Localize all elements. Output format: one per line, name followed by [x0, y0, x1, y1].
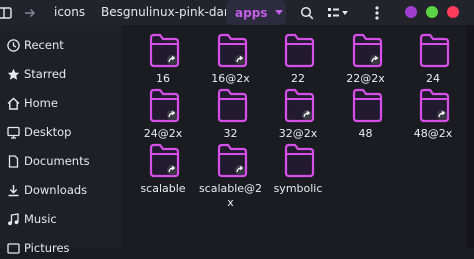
- folder-icon: [352, 88, 382, 123]
- sidebar-toggle-icon: [0, 6, 12, 19]
- breadcrumb-apps-label: apps: [235, 5, 268, 20]
- document-icon: [6, 154, 20, 168]
- folder-name: 24@2x: [143, 127, 183, 140]
- close-button[interactable]: [447, 6, 459, 18]
- sidebar-item-home[interactable]: Home: [0, 92, 122, 114]
- minimize-button[interactable]: [405, 6, 417, 18]
- folder-icon: [149, 88, 180, 123]
- folder-icon: [284, 88, 315, 123]
- search-icon: [300, 6, 314, 19]
- sidebar-item-downloads[interactable]: Downloads: [0, 179, 122, 201]
- folder-name: symbolic: [273, 182, 323, 195]
- sidebar-item-desktop[interactable]: Desktop: [0, 121, 122, 143]
- folder-icon: [419, 33, 450, 68]
- sidebar-item-label: Home: [24, 96, 58, 110]
- chevron-down-icon: [275, 9, 284, 15]
- folder-icon: [217, 33, 247, 68]
- folder-name: 16@2x: [211, 72, 250, 85]
- maximize-button[interactable]: [426, 6, 438, 18]
- folder-name: 48: [358, 127, 373, 140]
- list-view-icon: [328, 7, 348, 17]
- file-grid: 16 16@2x 22 22@2x 24 24@2x 32 32@2x 48 48@2x scala…: [122, 25, 466, 248]
- sidebar-item-recent[interactable]: Recent: [0, 34, 122, 56]
- sidebar-item-label: Starred: [24, 67, 67, 81]
- sidebar-toggle-button[interactable]: [0, 0, 14, 25]
- folder-name: 24: [426, 72, 440, 85]
- search-button[interactable]: [298, 0, 316, 25]
- sidebar-item-label: Music: [24, 212, 57, 226]
- folder-icon: [149, 33, 180, 68]
- folder-icon: [149, 143, 180, 178]
- folder-name: scalable@2x: [198, 182, 263, 209]
- folder-icon: [352, 33, 382, 68]
- folder-name: 16: [156, 72, 170, 85]
- folder-name: 22: [291, 72, 305, 85]
- menu-button[interactable]: [370, 0, 384, 25]
- breadcrumb-apps[interactable]: apps: [226, 0, 286, 25]
- home-icon: [6, 96, 20, 110]
- sidebar-item-label: Desktop: [24, 125, 72, 139]
- breadcrumb-icons[interactable]: icons: [54, 0, 85, 25]
- folder-name: 22@2x: [346, 72, 385, 85]
- folder-icon: [284, 143, 315, 178]
- folder-name: scalable: [140, 182, 186, 195]
- header-bar: icons Besgnulinux-pink-dark apps: [0, 0, 474, 25]
- sidebar-item-starred[interactable]: Starred: [0, 63, 122, 85]
- download-icon: [6, 183, 20, 197]
- folder-name: 32: [223, 127, 238, 140]
- clock-icon: [6, 38, 20, 52]
- breadcrumb-theme[interactable]: Besgnulinux-pink-dark: [101, 0, 236, 25]
- picture-icon: [6, 241, 20, 255]
- scrollbar[interactable]: [466, 25, 474, 248]
- forward-button[interactable]: [22, 0, 38, 25]
- sidebar-item-label: Downloads: [24, 183, 88, 197]
- folder-icon: [419, 88, 450, 123]
- sidebar-item-label: Pictures: [24, 241, 70, 255]
- folder-icon: [217, 88, 247, 123]
- folder-icon: [217, 143, 247, 178]
- sidebar-item-music[interactable]: Music: [0, 208, 122, 230]
- music-icon: [6, 212, 20, 226]
- sidebar-item-label: Documents: [24, 154, 90, 168]
- kebab-menu-icon: [375, 5, 379, 20]
- arrow-right-icon: [25, 8, 35, 17]
- desktop-icon: [6, 125, 20, 139]
- sidebar-item-pictures[interactable]: Pictures: [0, 237, 122, 259]
- sidebar-item-documents[interactable]: Documents: [0, 150, 122, 172]
- folder-name: 48@2x: [413, 127, 453, 140]
- sidebar: Recent Starred Home Desktop Documents Do…: [0, 25, 122, 255]
- folder-icon: [284, 33, 315, 68]
- folder-name: 32@2x: [278, 127, 318, 140]
- sidebar-item-label: Recent: [24, 38, 64, 52]
- star-icon: [6, 67, 20, 81]
- view-options-button[interactable]: [324, 0, 352, 25]
